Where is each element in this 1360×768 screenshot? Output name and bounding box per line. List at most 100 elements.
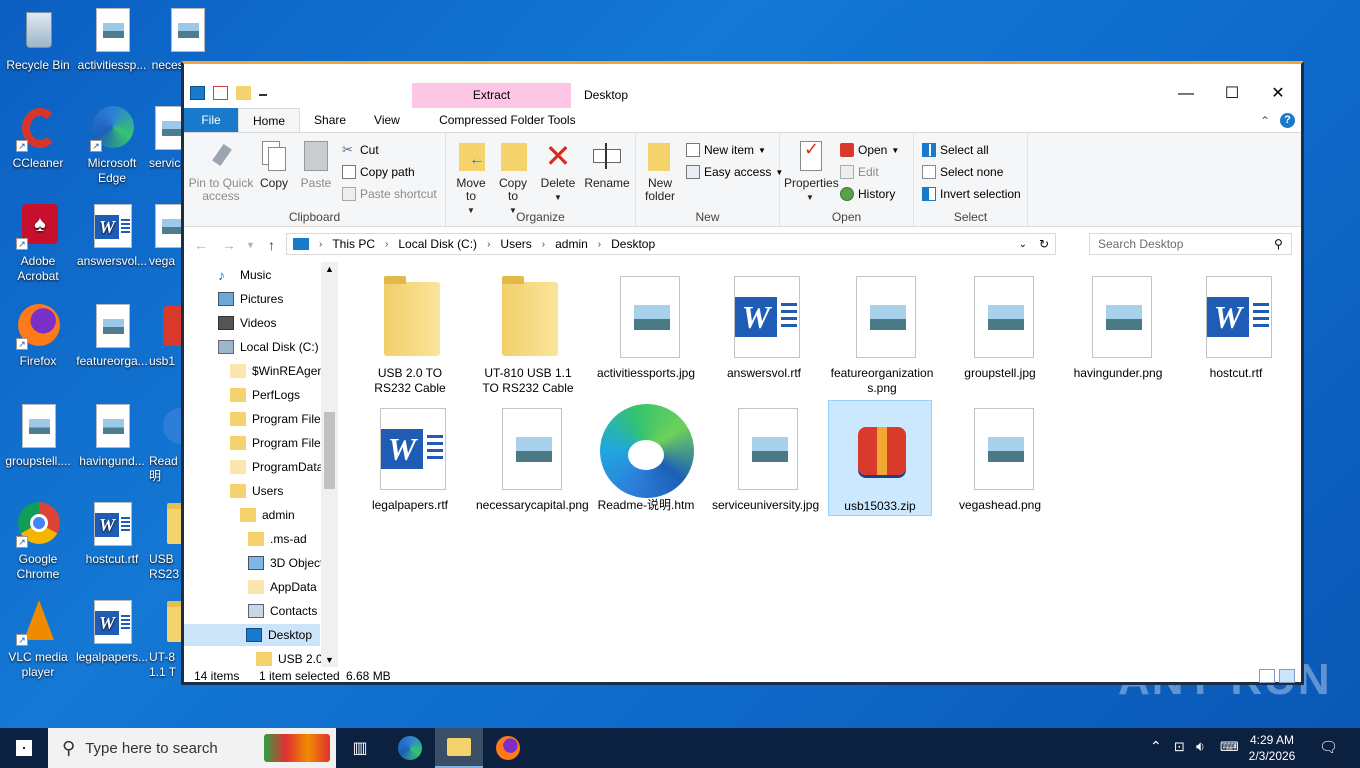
chevron-up-icon[interactable]: ⌃ [1150, 738, 1162, 755]
desktop-icon-havingunder[interactable]: havingund... [74, 404, 150, 469]
nav-item-desktop[interactable]: Desktop [184, 624, 320, 646]
scroll-up-icon[interactable]: ▲ [325, 264, 334, 274]
nav-item-perflogs[interactable]: PerfLogs [230, 384, 300, 406]
desktop-icon-firefox[interactable]: ↗ Firefox [0, 304, 76, 369]
file-item[interactable]: Readme-说明.htm [594, 404, 698, 513]
desktop-icon-recycle-bin[interactable]: Recycle Bin [0, 8, 76, 73]
desktop-icon-usb-zip[interactable]: usb1 [149, 304, 181, 369]
copy-button[interactable]: Copy [256, 139, 292, 190]
nav-item-programdata[interactable]: ProgramData [230, 456, 323, 478]
file-item[interactable]: necessarycapital.png [476, 404, 589, 513]
clock[interactable]: 4:29 AM 2/3/2026 [1242, 732, 1302, 764]
collapse-ribbon-icon[interactable]: ⌃ [1260, 114, 1270, 128]
taskbar-firefox[interactable] [484, 728, 532, 768]
nav-item-3d-objects[interactable]: 3D Objects [248, 552, 329, 574]
tab-home[interactable]: Home [238, 108, 301, 132]
cut-button[interactable]: ✂ Cut [342, 141, 379, 159]
paste-shortcut-button[interactable]: Paste shortcut [342, 185, 437, 203]
open-button[interactable]: Open ▼ [840, 141, 899, 159]
file-item[interactable]: featureorganizations.png [830, 272, 934, 396]
desktop-icon-vegashead[interactable]: vega [149, 204, 181, 269]
file-item[interactable]: W legalpapers.rtf [358, 404, 462, 513]
nav-item-users[interactable]: Users [230, 480, 283, 502]
breadcrumb-this-pc[interactable]: This PC [332, 237, 375, 251]
select-all-button[interactable]: Select all [922, 141, 989, 159]
scroll-down-icon[interactable]: ▼ [325, 655, 334, 665]
rename-button[interactable]: Rename [584, 139, 630, 190]
details-view-icon[interactable] [1259, 669, 1275, 683]
desktop-icon-activitiessports[interactable]: activitiessp... [74, 8, 150, 73]
desktop-icon-edge[interactable]: ↗ Microsoft Edge [74, 106, 150, 186]
copy-to-button[interactable]: Copy to ▼ [494, 139, 532, 217]
easy-access-button[interactable]: Easy access ▼ [686, 163, 783, 181]
close-button[interactable]: ✕ [1255, 81, 1301, 107]
file-item[interactable]: W hostcut.rtf [1184, 272, 1288, 381]
desktop-icon-chrome[interactable]: ↗ Google Chrome [0, 502, 76, 582]
desktop-icon-readme[interactable]: Read 明 [149, 404, 181, 484]
contextual-tab-extract[interactable]: Extract [412, 83, 571, 108]
navigation-pane[interactable]: ♪ Music Pictures Videos Local Disk (C:) $… [184, 262, 336, 667]
invert-selection-button[interactable]: Invert selection [922, 185, 1021, 203]
tab-share[interactable]: Share [300, 108, 360, 132]
nav-item-ms-ad[interactable]: .ms-ad [248, 528, 307, 550]
network-icon[interactable]: ⊡ [1174, 739, 1185, 755]
taskbar-file-explorer[interactable] [435, 728, 483, 768]
customize-qat-icon[interactable] [259, 94, 267, 96]
tab-file[interactable]: File [184, 108, 238, 132]
file-item[interactable]: UT-810 USB 1.1 TO RS232 Cable [476, 272, 580, 396]
taskbar-edge[interactable] [386, 728, 434, 768]
nav-item-program-files[interactable]: Program Files [230, 408, 327, 430]
nav-item-contacts[interactable]: Contacts [248, 600, 317, 622]
file-item[interactable]: serviceuniversity.jpg [712, 404, 819, 513]
ime-icon[interactable]: ⌨ [1220, 739, 1239, 755]
desktop-icon-featureorganizations[interactable]: featureorga... [74, 304, 150, 369]
recent-dropdown-icon[interactable]: ▼ [246, 240, 255, 250]
breadcrumb-local-disk[interactable]: Local Disk (C:) [398, 237, 477, 251]
properties-button[interactable]: ✓ Properties ▼ [784, 139, 839, 204]
file-item[interactable]: groupstell.jpg [948, 272, 1052, 381]
notifications-icon[interactable]: 🗨︎ [1319, 738, 1338, 756]
taskbar-search[interactable]: ⚲ Type here to search [48, 728, 336, 768]
refresh-icon[interactable]: ↻ [1039, 237, 1049, 251]
copy-path-button[interactable]: Copy path [342, 163, 415, 181]
maximize-button[interactable]: ☐ [1209, 81, 1255, 107]
desktop-icon-vlc[interactable]: ↗ VLC media player [0, 600, 76, 680]
breadcrumb-desktop[interactable]: Desktop [611, 237, 655, 251]
back-arrow-icon[interactable]: ← [194, 237, 208, 253]
file-item[interactable]: activitiessports.jpg [594, 272, 698, 381]
new-item-button[interactable]: New item ▼ [686, 141, 766, 159]
start-button[interactable] [0, 728, 48, 768]
move-to-button[interactable]: ← Move to ▼ [452, 139, 490, 217]
pin-quick-access-button[interactable]: Pin to Quick access [188, 139, 254, 203]
explorer-app-icon[interactable] [190, 86, 205, 100]
forward-arrow-icon[interactable]: → [222, 237, 236, 253]
address-bar[interactable]: › This PC › Local Disk (C:) › Users › ad… [286, 233, 1056, 255]
breadcrumb-users[interactable]: Users [500, 237, 531, 251]
tab-compressed-folder-tools[interactable]: Compressed Folder Tools [428, 108, 587, 132]
large-icons-view-icon[interactable] [1279, 669, 1295, 683]
edit-button[interactable]: Edit [840, 163, 879, 181]
desktop-icon-serviceuniversity[interactable]: servic [149, 106, 181, 171]
minimize-button[interactable]: — [1163, 81, 1209, 107]
scrollbar-thumb[interactable] [324, 412, 335, 489]
delete-button[interactable]: ✕ Delete ▼ [540, 139, 576, 204]
nav-item-music[interactable]: ♪ Music [218, 264, 271, 286]
desktop-icon-answersvol[interactable]: W answersvol... [74, 204, 150, 269]
select-none-button[interactable]: Select none [922, 163, 1003, 181]
properties-qat-icon[interactable] [213, 86, 228, 100]
search-input[interactable]: Search Desktop [1089, 233, 1292, 255]
file-explorer-window[interactable]: Extract Desktop — ☐ ✕ File Home Share Vi… [181, 61, 1304, 685]
nav-item-pictures[interactable]: Pictures [218, 288, 283, 310]
nav-scrollbar[interactable]: ▲ ▼ [321, 262, 338, 667]
history-button[interactable]: History [840, 185, 895, 203]
file-item[interactable]: havingunder.png [1066, 272, 1170, 381]
file-list[interactable]: USB 2.0 TO RS232 Cable UT-810 USB 1.1 TO… [342, 262, 1302, 667]
desktop-icon-ut810-folder[interactable]: UT-8 1.1 T [149, 600, 181, 680]
nav-item-videos[interactable]: Videos [218, 312, 276, 334]
file-item-selected[interactable]: usb15033.zip [828, 400, 932, 516]
up-arrow-icon[interactable]: ↑ [268, 237, 275, 253]
desktop-icon-groupstell[interactable]: groupstell.... [0, 404, 76, 469]
file-item[interactable]: W answersvol.rtf [712, 272, 816, 381]
file-item[interactable]: USB 2.0 TO RS232 Cable [358, 272, 462, 396]
nav-item-local-disk[interactable]: Local Disk (C:) [218, 336, 319, 358]
